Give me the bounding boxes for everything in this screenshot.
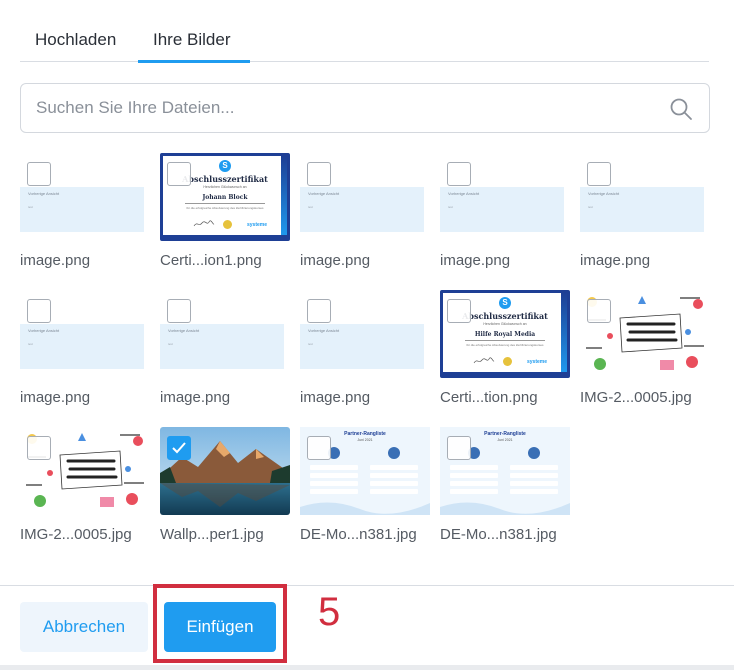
image-filename: image.png xyxy=(160,389,231,406)
preview-text: text xyxy=(28,205,33,209)
search-icon[interactable] xyxy=(669,97,693,121)
image-tile[interactable]: Vorherige Ansicht text image.png xyxy=(300,290,430,410)
screenshot-preview: Vorherige Ansicht text xyxy=(300,324,424,369)
step-number: 5 xyxy=(318,590,341,634)
screenshot-preview: Vorherige Ansicht text xyxy=(20,187,144,232)
search-box xyxy=(20,83,710,133)
screenshot-preview: Vorherige Ansicht text xyxy=(300,187,424,232)
select-checkbox[interactable] xyxy=(587,162,611,186)
image-filename: DE-Mo...n381.jpg xyxy=(300,526,417,543)
certificate-recipient: Hilfe Royal Media xyxy=(474,331,536,338)
certificate-frame xyxy=(163,235,287,238)
image-tile[interactable]: IMG-2...0005.jpg xyxy=(20,427,150,547)
check-icon xyxy=(172,442,186,454)
image-tile[interactable]: Vorherige Ansicht text image.png xyxy=(580,153,710,273)
image-tile[interactable]: Vorherige Ansicht text image.png xyxy=(20,290,150,410)
preview-text: text xyxy=(28,342,33,346)
image-tile[interactable]: Vorherige Ansicht text image.png xyxy=(160,290,290,410)
select-checkbox[interactable] xyxy=(307,162,331,186)
certificate-frame xyxy=(443,372,567,375)
brand-name: systeme xyxy=(247,222,268,228)
image-filename: image.png xyxy=(20,389,91,406)
image-tile[interactable]: Wallp...per1.jpg xyxy=(160,427,290,547)
image-tile[interactable]: S Abschlusszertifikat Herzlichen Glückwuns… xyxy=(160,153,290,273)
image-filename: image.png xyxy=(440,252,511,269)
select-checkbox[interactable] xyxy=(27,299,51,323)
select-checkbox[interactable] xyxy=(27,436,51,460)
image-filename: IMG-2...0005.jpg xyxy=(20,526,132,543)
image-filename: image.png xyxy=(580,252,651,269)
image-tile[interactable]: IMG-2...0005.jpg xyxy=(580,290,710,410)
tab-upload[interactable]: Hochladen xyxy=(35,30,116,50)
certificate-description: für die erfolgreiche Absolvierung des Ze… xyxy=(186,206,264,210)
image-filename: Certi...tion.png xyxy=(440,389,538,406)
brand-name: systeme xyxy=(527,359,548,365)
select-checkbox[interactable] xyxy=(167,436,191,460)
tab-your-images[interactable]: Ihre Bilder xyxy=(153,30,230,50)
divider xyxy=(465,340,545,341)
seal-icon xyxy=(223,220,232,229)
brand-logo-icon: S xyxy=(499,297,511,309)
seal-icon xyxy=(503,357,512,366)
bottom-edge xyxy=(0,665,734,670)
preview-text: text xyxy=(448,205,453,209)
image-tile[interactable]: Partner-Rangliste Juni 2021 DE-Mo...n381.j… xyxy=(300,427,430,547)
preview-text: text xyxy=(308,205,313,209)
screenshot-preview: Vorherige Ansicht text xyxy=(440,187,564,232)
preview-text: text xyxy=(308,342,313,346)
preview-heading: Vorherige Ansicht xyxy=(588,191,620,196)
image-filename: DE-Mo...n381.jpg xyxy=(440,526,557,543)
select-checkbox[interactable] xyxy=(447,299,471,323)
image-filename: Wallp...per1.jpg xyxy=(160,526,264,543)
brand-logo-icon: S xyxy=(219,160,231,172)
active-tab-indicator xyxy=(138,60,250,63)
image-tile[interactable]: Vorherige Ansicht text image.png xyxy=(300,153,430,273)
select-checkbox[interactable] xyxy=(27,162,51,186)
preview-heading: Vorherige Ansicht xyxy=(308,328,340,333)
signature-icon xyxy=(473,357,495,364)
select-checkbox[interactable] xyxy=(167,162,191,186)
select-checkbox[interactable] xyxy=(307,436,331,460)
select-checkbox[interactable] xyxy=(167,299,191,323)
image-filename: image.png xyxy=(300,252,371,269)
image-tile[interactable]: Vorherige Ansicht text image.png xyxy=(440,153,570,273)
preview-heading: Vorherige Ansicht xyxy=(308,191,340,196)
select-checkbox[interactable] xyxy=(587,299,611,323)
preview-heading: Vorherige Ansicht xyxy=(168,328,200,333)
image-tile[interactable]: Partner-Rangliste Juni 2021 DE-Mo...n381.j… xyxy=(440,427,570,547)
image-filename: image.png xyxy=(20,252,91,269)
signature-icon xyxy=(193,220,215,227)
preview-text: text xyxy=(588,205,593,209)
screenshot-preview: Vorherige Ansicht text xyxy=(160,324,284,369)
dialog-footer: Abbrechen Einfügen 5 xyxy=(0,584,734,670)
cancel-button[interactable]: Abbrechen xyxy=(20,602,148,652)
image-tile[interactable]: S Abschlusszertifikat Herzlichen Glückwuns… xyxy=(440,290,570,410)
divider xyxy=(185,203,265,204)
screenshot-preview: Vorherige Ansicht text xyxy=(580,187,704,232)
tab-bar: Hochladen Ihre Bilder xyxy=(20,0,709,63)
image-filename: image.png xyxy=(300,389,371,406)
image-filename: IMG-2...0005.jpg xyxy=(580,389,692,406)
insert-button[interactable]: Einfügen xyxy=(164,602,276,652)
preview-heading: Vorherige Ansicht xyxy=(28,328,60,333)
preview-heading: Vorherige Ansicht xyxy=(28,191,60,196)
certificate-description: für die erfolgreiche Absolvierung des Ze… xyxy=(466,343,544,347)
preview-heading: Vorherige Ansicht xyxy=(448,191,480,196)
preview-text: text xyxy=(168,342,173,346)
select-checkbox[interactable] xyxy=(447,436,471,460)
select-checkbox[interactable] xyxy=(447,162,471,186)
image-grid: Vorherige Ansicht text image.png S Abschluss… xyxy=(20,153,720,558)
image-tile[interactable]: Vorherige Ansicht text image.png xyxy=(20,153,150,273)
screenshot-preview: Vorherige Ansicht text xyxy=(20,324,144,369)
search-input[interactable] xyxy=(21,84,661,132)
select-checkbox[interactable] xyxy=(307,299,331,323)
certificate-recipient: Johann Block xyxy=(202,194,248,201)
image-filename: Certi...ion1.png xyxy=(160,252,262,269)
